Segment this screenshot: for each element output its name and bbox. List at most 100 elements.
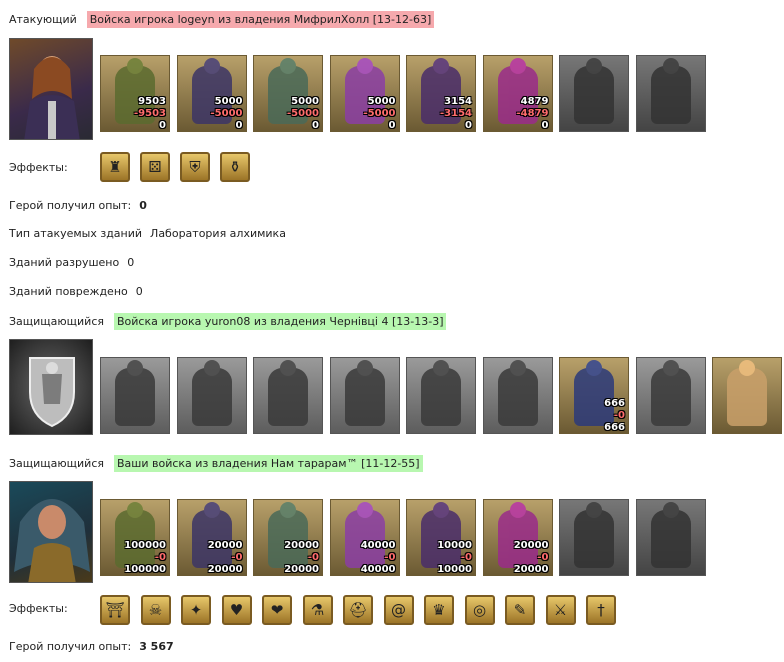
unit-count: 3154: [444, 96, 472, 107]
spider-knight-icon: [650, 510, 691, 568]
defender2-unit-slot[interactable]: [559, 499, 629, 576]
buildings-damaged-row: Зданий повреждено 0: [9, 285, 143, 298]
skull-icon[interactable]: ☠: [140, 595, 171, 625]
attacker-unit-slot[interactable]: 9503 -9503 0: [100, 55, 170, 132]
defender2-unit-slot[interactable]: 20000 -0 20000: [176, 499, 247, 576]
pegasus-icon: [344, 368, 385, 426]
coat-of-arms-icon: [29, 357, 75, 428]
unit-count: 40000: [360, 540, 396, 551]
bag-icon[interactable]: ⚱: [220, 152, 250, 182]
unit-losses: -5000: [363, 108, 396, 119]
exp-label: Герой получил опыт:: [9, 640, 132, 653]
hero-portrait-icon: [24, 56, 80, 139]
exp-value: 3 567: [139, 640, 174, 653]
defender2-label: Защищающийся: [9, 457, 104, 470]
unit-count: 20000: [513, 540, 549, 551]
defender2-unit-slot[interactable]: 40000 -0 40000: [329, 499, 400, 576]
unit-remaining: 666: [604, 422, 625, 433]
potion-icon[interactable]: ⚗: [302, 595, 333, 625]
attacker-unit-slot[interactable]: 3154 -3154 0: [406, 55, 476, 132]
gate-icon[interactable]: ⛩: [100, 595, 130, 625]
defender1-unit-slot[interactable]: 666 -0 666: [559, 357, 629, 434]
unit-remaining: 0: [312, 120, 319, 131]
attacker-title: Войска игрока logeyn из владения МифрилХ…: [86, 11, 435, 28]
defender1-unit-slot[interactable]: [712, 357, 782, 434]
attacker-unit-slot[interactable]: 5000 -5000 0: [329, 55, 400, 132]
defender2-effects-row: Эффекты:: [9, 602, 68, 615]
unit-losses: -5000: [210, 108, 243, 119]
unit-count: 5000: [214, 96, 243, 107]
attacker-unit-slot[interactable]: [635, 55, 706, 132]
unit-losses: -9503: [134, 108, 166, 119]
attacker-unit-slot[interactable]: 4879 -4879 0: [482, 55, 553, 132]
defender1-label: Защищающийся: [9, 315, 104, 328]
shadow-icon: [574, 66, 614, 124]
defender2-unit-slot[interactable]: 20000 -0 20000: [482, 499, 553, 576]
unit-losses: -3154: [440, 108, 472, 119]
defender1-unit-slot[interactable]: [253, 357, 323, 434]
hero-portrait-icon: [14, 499, 90, 582]
helmet-icon[interactable]: ⛑: [343, 595, 373, 625]
attacker-unit-slot[interactable]: 5000 -5000 0: [176, 55, 247, 132]
defender1-unit-slot[interactable]: [100, 357, 170, 434]
harpy-icon: [344, 510, 385, 568]
monk-icon: [497, 368, 538, 426]
attacker-hero-portrait[interactable]: [9, 38, 93, 140]
unit-remaining: 20000: [284, 564, 319, 575]
unit-losses: -4879: [516, 108, 549, 119]
attacker-header: Атакующий Войска игрока logeyn из владен…: [9, 11, 435, 28]
defender1-hero-portrait[interactable]: [9, 339, 93, 435]
unit-remaining: 100000: [124, 564, 166, 575]
attacker-effects-row: Эффекты:: [9, 161, 68, 174]
buildings-destroyed-row: Зданий разрушено 0: [9, 256, 134, 269]
guardian-icon: [574, 368, 614, 426]
unit-remaining: 0: [541, 120, 549, 131]
unit-count: 5000: [291, 96, 319, 107]
sword-icon[interactable]: †: [586, 595, 616, 625]
defender1-unit-slot[interactable]: [176, 357, 247, 434]
defender1-header: Защищающийся Войска игрока yuron08 из вл…: [9, 313, 447, 330]
attacker-unit-slot[interactable]: 5000 -5000 0: [253, 55, 323, 132]
defender1-unit-slot[interactable]: [406, 357, 476, 434]
unit-count: 9503: [138, 96, 166, 107]
unit-count: 10000: [437, 540, 472, 551]
scroll-icon[interactable]: ✎: [505, 595, 535, 625]
spiral-icon[interactable]: @: [383, 595, 414, 625]
defender1-unit-slot[interactable]: [482, 357, 553, 434]
building-type-label: Тип атакуемых зданий: [9, 227, 143, 240]
assassin-icon: [191, 510, 232, 568]
defender1-unit-slot[interactable]: [635, 357, 706, 434]
shield-icon[interactable]: ⛨: [180, 152, 210, 182]
building-type-row: Тип атакуемых зданий Лаборатория алхимик…: [9, 227, 286, 240]
unit-count: 5000: [367, 96, 396, 107]
defender1-unit-slot[interactable]: [329, 357, 400, 434]
defender2-unit-slot[interactable]: [635, 499, 706, 576]
heart-icon[interactable]: ♥: [221, 595, 252, 625]
unit-remaining: 20000: [207, 564, 243, 575]
attacker-label: Атакующий: [9, 13, 77, 26]
knight-shield-icon[interactable]: ⚔: [545, 595, 576, 625]
destroyed-label: Зданий разрушено: [9, 256, 120, 269]
attacker-unit-slot[interactable]: [559, 55, 629, 132]
unit-remaining: 0: [388, 120, 396, 131]
dark-archer-icon: [421, 510, 461, 568]
spearman-icon: [191, 368, 232, 426]
defender2-unit-slot[interactable]: 10000 -0 10000: [406, 499, 476, 576]
heart-plus-icon[interactable]: ❤: [262, 595, 292, 625]
unit-losses: -5000: [287, 108, 319, 119]
knight-rider-icon: [268, 368, 308, 426]
unit-remaining: 10000: [437, 564, 472, 575]
defender2-unit-slot[interactable]: 20000 -0 20000: [253, 499, 323, 576]
armor-icon[interactable]: ♛: [424, 595, 454, 625]
unit-count: 100000: [124, 540, 166, 551]
dice-icon[interactable]: ⚄: [140, 152, 170, 182]
effects-label: Эффекты:: [9, 602, 68, 615]
castle-icon[interactable]: ♜: [100, 152, 130, 182]
wand-icon[interactable]: ✦: [181, 595, 211, 625]
defender2-unit-slot[interactable]: 100000 -0 100000: [100, 499, 170, 576]
defender2-title: Ваши войска из владения Нам тарарам™ [11…: [114, 455, 423, 472]
ring-icon[interactable]: ◎: [464, 595, 495, 625]
unit-losses: -0: [460, 552, 472, 563]
angel-icon: [650, 368, 691, 426]
defender2-hero-portrait[interactable]: [9, 481, 93, 583]
